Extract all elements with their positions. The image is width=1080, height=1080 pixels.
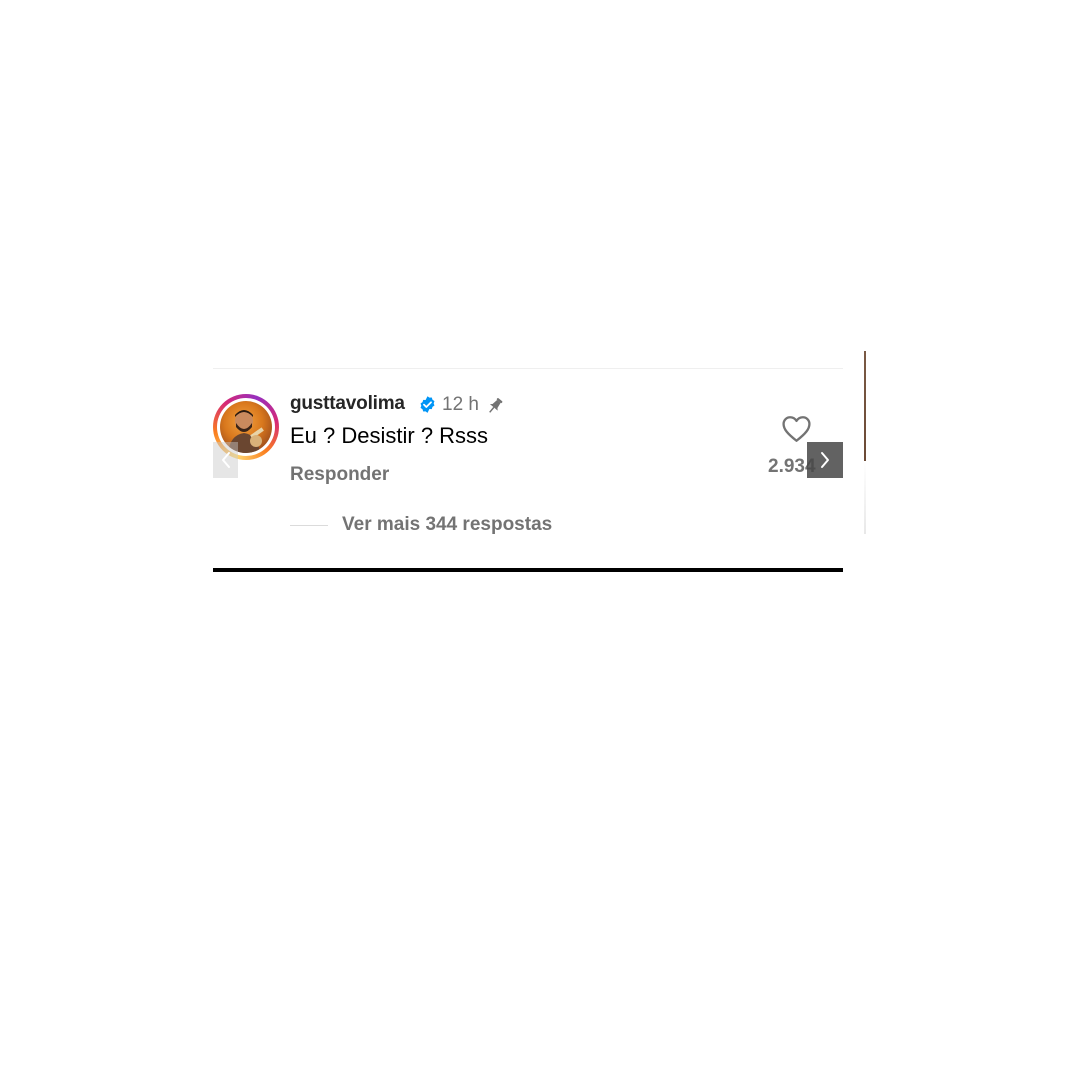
heart-outline-icon[interactable] <box>781 414 812 443</box>
comment-text: Eu ? Desistir ? Rsss <box>290 423 489 448</box>
replies-indicator-line <box>290 525 328 526</box>
chevron-left-icon <box>221 452 230 468</box>
chevron-right-icon <box>821 452 829 468</box>
adjacent-slide-edge <box>864 351 866 534</box>
comment-screen: gusttavolima 12 h Eu ? Desistir ? Rsss R… <box>0 0 1080 1080</box>
bottom-divider-bar <box>213 568 843 572</box>
prev-button[interactable] <box>213 442 238 478</box>
divider <box>213 368 843 369</box>
view-replies-button[interactable]: Ver mais 344 respostas <box>342 514 552 536</box>
comment-username[interactable]: gusttavolima <box>290 393 405 415</box>
comment-timestamp: 12 h <box>442 394 479 415</box>
pin-icon <box>489 397 503 413</box>
next-button[interactable] <box>807 442 843 478</box>
reply-button[interactable]: Responder <box>290 464 389 486</box>
verified-badge-icon <box>420 396 435 413</box>
